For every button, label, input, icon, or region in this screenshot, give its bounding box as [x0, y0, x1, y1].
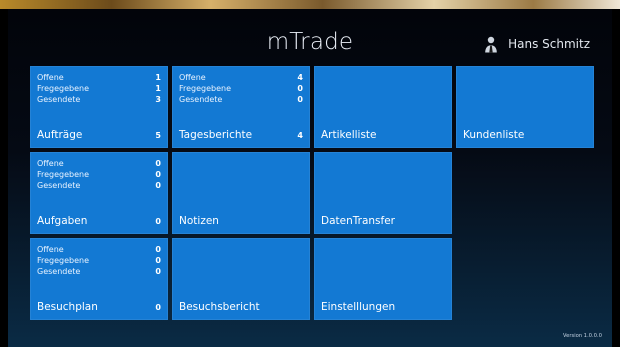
- stat-label: Fregegebene: [37, 256, 90, 265]
- tile-kundenliste[interactable]: Kundenliste: [456, 66, 594, 148]
- stat-label: Gesendete: [179, 95, 223, 104]
- tile-auftraege-stats: Offene 1 Fregegebene 1 Gesendete 3: [37, 72, 161, 105]
- tile-einstellungen[interactable]: Einstelllungen: [314, 238, 452, 320]
- stat-row: Gesendete 0: [37, 266, 161, 277]
- stat-label: Fregegebene: [37, 84, 90, 93]
- tile-title: Tagesberichte: [179, 129, 253, 141]
- app-screen: mTrade Hans Schmitz Offene 1 Fregegebene…: [8, 9, 612, 347]
- tile-title: Besuchsbericht: [179, 301, 260, 313]
- stat-label: Gesendete: [37, 267, 81, 276]
- stat-value: 0: [297, 95, 303, 104]
- stat-row: Offene 0: [37, 158, 161, 169]
- tile-title: Einstelllungen: [321, 301, 396, 313]
- tile-title: Besuchplan: [37, 301, 98, 313]
- stat-value: 1: [155, 73, 161, 82]
- stat-value: 0: [155, 181, 161, 190]
- stat-value: 0: [155, 170, 161, 179]
- tile-count: 5: [155, 131, 161, 140]
- tile-title: Aufgaben: [37, 215, 88, 227]
- stat-label: Offene: [37, 159, 64, 168]
- tile-auftraege[interactable]: Offene 1 Fregegebene 1 Gesendete 3 Auftr…: [30, 66, 168, 148]
- tile-aufgaben[interactable]: Offene 0 Fregegebene 0 Gesendete 0 Aufga…: [30, 152, 168, 234]
- stat-label: Gesendete: [37, 181, 81, 190]
- tile-title: DatenTransfer: [321, 215, 395, 227]
- stat-label: Offene: [37, 73, 64, 82]
- tile-grid: Offene 1 Fregegebene 1 Gesendete 3 Auftr…: [30, 66, 594, 322]
- stat-row: Fregegebene 0: [37, 255, 161, 266]
- stat-value: 4: [297, 73, 303, 82]
- tile-count: 0: [155, 303, 161, 312]
- tile-datentransfer[interactable]: DatenTransfer: [314, 152, 452, 234]
- version-label: Version 1.0.0.0: [563, 333, 602, 339]
- stat-value: 3: [155, 95, 161, 104]
- stat-value: 0: [155, 245, 161, 254]
- tile-besuchsbericht[interactable]: Besuchsbericht: [172, 238, 310, 320]
- window: mTrade Hans Schmitz Offene 1 Fregegebene…: [0, 0, 620, 347]
- stat-row: Fregegebene 1: [37, 83, 161, 94]
- stat-label: Offene: [179, 73, 206, 82]
- user-name: Hans Schmitz: [508, 37, 590, 51]
- stat-value: 0: [155, 267, 161, 276]
- tile-title: Notizen: [179, 215, 219, 227]
- tile-title: Aufträge: [37, 129, 83, 141]
- tile-title: Kundenliste: [463, 129, 525, 141]
- tile-besuchplan-stats: Offene 0 Fregegebene 0 Gesendete 0: [37, 244, 161, 277]
- tile-besuchplan[interactable]: Offene 0 Fregegebene 0 Gesendete 0 Besuc…: [30, 238, 168, 320]
- top-image-strip: [0, 0, 620, 9]
- tile-tagesberichte[interactable]: Offene 4 Fregegebene 0 Gesendete 0 Tages…: [172, 66, 310, 148]
- tile-artikelliste[interactable]: Artikelliste: [314, 66, 452, 148]
- stat-label: Fregegebene: [179, 84, 232, 93]
- stat-row: Gesendete 3: [37, 94, 161, 105]
- stat-label: Fregegebene: [37, 170, 90, 179]
- tile-tagesberichte-stats: Offene 4 Fregegebene 0 Gesendete 0: [179, 72, 303, 105]
- stat-row: Offene 0: [37, 244, 161, 255]
- stat-row: Fregegebene 0: [37, 169, 161, 180]
- tile-count: 4: [297, 131, 303, 140]
- user-profile[interactable]: Hans Schmitz: [482, 35, 590, 53]
- user-avatar-icon: [482, 35, 500, 53]
- stat-row: Offene 1: [37, 72, 161, 83]
- stat-row: Offene 4: [179, 72, 303, 83]
- stat-row: Gesendete 0: [37, 180, 161, 191]
- tile-title: Artikelliste: [321, 129, 377, 141]
- stat-value: 0: [155, 256, 161, 265]
- stat-value: 0: [155, 159, 161, 168]
- tile-notizen[interactable]: Notizen: [172, 152, 310, 234]
- stat-label: Offene: [37, 245, 64, 254]
- tile-aufgaben-stats: Offene 0 Fregegebene 0 Gesendete 0: [37, 158, 161, 191]
- stat-value: 0: [297, 84, 303, 93]
- stat-row: Gesendete 0: [179, 94, 303, 105]
- stat-row: Fregegebene 0: [179, 83, 303, 94]
- stat-value: 1: [155, 84, 161, 93]
- stat-label: Gesendete: [37, 95, 81, 104]
- tile-count: 0: [155, 217, 161, 226]
